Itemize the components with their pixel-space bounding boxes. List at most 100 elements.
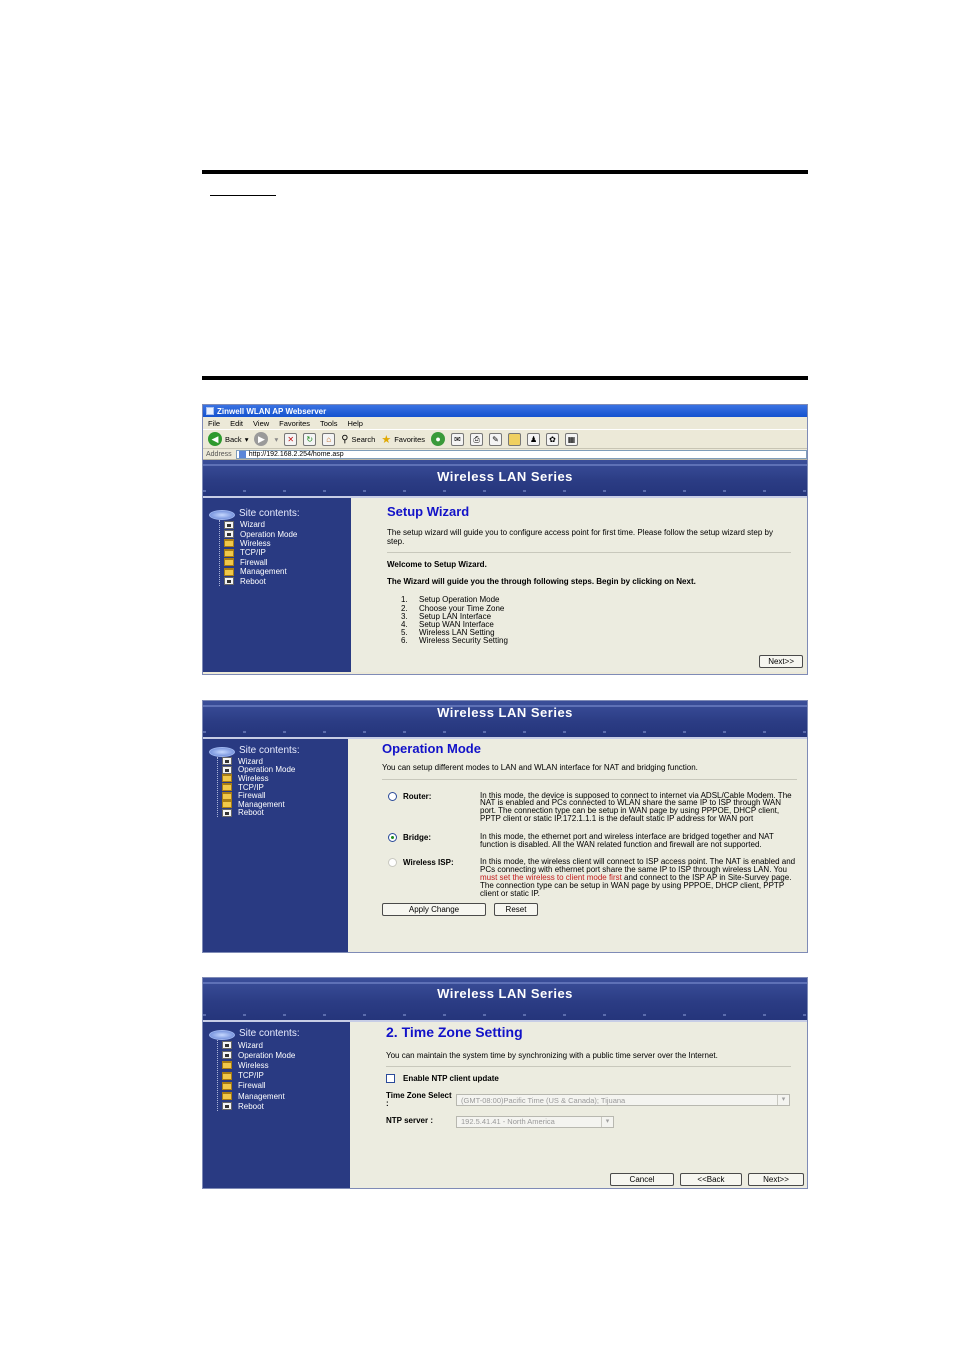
folder-icon[interactable]	[508, 432, 522, 446]
wisp-description: In this mode, the wireless client will c…	[480, 857, 796, 898]
page-icon	[224, 577, 234, 586]
banner: Wireless LAN Series	[203, 978, 807, 1022]
time-zone-row: Time Zone Select : (GMT-08:00)Pacific Ti…	[386, 1090, 791, 1109]
time-zone-select[interactable]: (GMT-08:00)Pacific Time (US & Canada); T…	[456, 1094, 790, 1107]
banner-title: Wireless LAN Series	[437, 986, 573, 1001]
back-label: Back	[225, 434, 242, 444]
sidebar-item-firewall[interactable]: Firewall	[218, 791, 348, 800]
sidebar-item-management[interactable]: Management	[218, 800, 348, 809]
sidebar-item-wizard[interactable]: Wizard	[220, 520, 351, 529]
opmode-actions: Apply Change Reset	[382, 903, 797, 917]
banner-title: Wireless LAN Series	[437, 469, 573, 484]
sidebar-item-operation-mode[interactable]: Operation Mode	[218, 765, 348, 774]
menu-file[interactable]: File	[208, 419, 220, 428]
print-icon[interactable]: ⎙	[470, 432, 484, 446]
menu-help[interactable]: Help	[348, 419, 363, 428]
ntp-server-select[interactable]: 192.5.41.41 - North America ▾	[456, 1115, 614, 1128]
router-radio-group[interactable]: Router:	[382, 791, 480, 823]
ntp-enable-checkbox[interactable]	[386, 1073, 395, 1083]
sidebar-item-wizard[interactable]: Wizard	[218, 1040, 350, 1050]
site-contents-header: Site contents:	[203, 743, 348, 757]
cancel-button[interactable]: Cancel	[610, 1173, 674, 1186]
menu-view[interactable]: View	[253, 419, 269, 428]
bridge-description: In this mode, the ethernet port and wire…	[480, 831, 774, 849]
wizard-steps: 1. Setup Operation Mode 2. Choose your Tim…	[387, 596, 791, 645]
page-icon	[222, 1041, 232, 1050]
stop-icon[interactable]: ✕	[284, 432, 298, 446]
sidebar-item-operation-mode[interactable]: Operation Mode	[218, 1050, 350, 1060]
folder-icon	[224, 548, 234, 557]
mail-icon[interactable]: ✉	[451, 432, 465, 446]
sidebar-item-management[interactable]: Management	[218, 1091, 350, 1101]
sidebar-item-reboot[interactable]: Reboot	[220, 576, 351, 586]
apply-change-button[interactable]: Apply Change	[382, 903, 486, 917]
wisp-mode-row: Wireless ISP: In this mode, the wireless…	[382, 858, 797, 897]
folder-icon	[222, 1081, 232, 1090]
wizard-content: Setup Wizard The setup wizard will guide…	[351, 498, 807, 672]
messenger-icon[interactable]: ♟	[527, 432, 541, 446]
page-icon	[224, 530, 234, 539]
site-tree: Wizard Operation Mode Wireless TCP/IP Fi…	[217, 757, 348, 817]
timezone-content: 2. Time Zone Setting You can maintain th…	[350, 1022, 807, 1188]
sidebar-item-wireless[interactable]: Wireless	[218, 774, 348, 783]
sidebar-item-firewall[interactable]: Firewall	[218, 1081, 350, 1091]
menu-tools[interactable]: Tools	[320, 419, 338, 428]
favorites-button[interactable]: ★ Favorites	[381, 433, 425, 446]
back-button[interactable]: ◀ Back ▾	[208, 432, 248, 446]
address-input[interactable]: http://192.168.2.254/home.asp	[235, 449, 807, 459]
home-icon[interactable]: ⌂	[322, 432, 336, 446]
page-icon	[222, 757, 232, 766]
sidebar-item-operation-mode[interactable]: Operation Mode	[220, 529, 351, 539]
router-radio[interactable]	[388, 791, 397, 801]
sidebar-item-tcpip[interactable]: TCP/IP	[218, 783, 348, 792]
time-zone-screenshot: Wireless LAN Series Site contents: Wizar…	[202, 977, 808, 1189]
menu-bar: File Edit View Favorites Tools Help	[203, 417, 807, 429]
sidebar-item-firewall[interactable]: Firewall	[220, 558, 351, 567]
search-button[interactable]: ⚲ Search	[341, 434, 375, 445]
bridge-label: Bridge:	[403, 832, 431, 842]
ntp-server-row: NTP server : 192.5.41.41 - North America…	[386, 1115, 791, 1128]
reset-button[interactable]: Reset	[494, 903, 538, 917]
sidebar-item-wireless[interactable]: Wireless	[220, 539, 351, 548]
page-title: Setup Wizard	[387, 504, 470, 519]
menu-edit[interactable]: Edit	[230, 419, 243, 428]
bridge-radio[interactable]	[388, 832, 397, 842]
folder-icon	[222, 1071, 232, 1080]
page-icon	[222, 1102, 232, 1111]
paw-icon[interactable]: ✿	[546, 432, 560, 446]
sidebar-item-tcpip[interactable]: TCP/IP	[218, 1071, 350, 1081]
folder-icon	[222, 791, 232, 800]
menu-favorites[interactable]: Favorites	[279, 419, 310, 428]
ntp-enable-row: Enable NTP client update	[386, 1073, 791, 1083]
sidebar-item-reboot[interactable]: Reboot	[218, 808, 348, 817]
ie-window-icon	[206, 407, 214, 415]
refresh-icon[interactable]: ↻	[303, 432, 317, 446]
opmode-content: Operation Mode You can setup different m…	[348, 739, 807, 952]
bridge-radio-group[interactable]: Bridge:	[382, 832, 480, 849]
research-icon[interactable]: ▦	[565, 432, 579, 446]
sidebar-item-tcpip[interactable]: TCP/IP	[220, 548, 351, 557]
wisp-radio-group[interactable]: Wireless ISP:	[382, 858, 480, 897]
sidebar-item-wireless[interactable]: Wireless	[218, 1060, 350, 1070]
opmode-intro: You can setup different modes to LAN and…	[382, 763, 698, 772]
folder-icon	[222, 1061, 232, 1070]
edit-icon[interactable]: ✎	[489, 432, 503, 446]
folder-icon	[222, 1092, 232, 1101]
time-zone-label: Time Zone Select :	[386, 1090, 452, 1109]
bottom-rule	[202, 376, 808, 380]
sidebar-item-management[interactable]: Management	[220, 567, 351, 576]
folder-icon	[224, 558, 234, 567]
next-button[interactable]: Next>>	[748, 1173, 804, 1186]
forward-button[interactable]: ▶	[254, 432, 269, 446]
wisp-radio[interactable]	[388, 858, 397, 868]
sidebar-item-wizard[interactable]: Wizard	[218, 757, 348, 766]
page-title: 2. Time Zone Setting	[386, 1024, 523, 1040]
favorites-label: Favorites	[394, 434, 426, 444]
back-button[interactable]: <<Back	[680, 1173, 742, 1186]
next-button[interactable]: Next>>	[759, 655, 803, 668]
timezone-actions: Cancel <<Back Next>>	[610, 1173, 804, 1186]
divider	[386, 1065, 791, 1067]
media-icon[interactable]: ●	[431, 432, 446, 446]
note-underline	[210, 195, 276, 196]
sidebar-item-reboot[interactable]: Reboot	[218, 1101, 350, 1111]
